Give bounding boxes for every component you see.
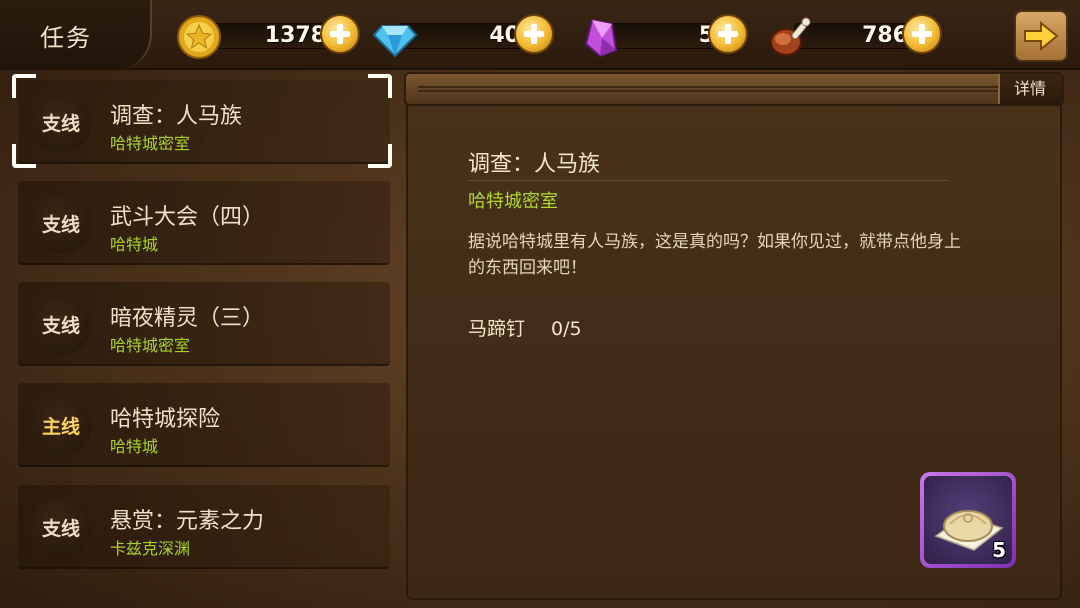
quest-location: 哈特城 [110, 437, 159, 456]
arrow-right-icon [1024, 21, 1059, 51]
meat-resource: 786 [768, 14, 942, 56]
crystal-resource: 5 [578, 14, 748, 58]
quest-name: 哈特城探险 [110, 407, 221, 432]
add-diamond-button[interactable] [514, 14, 554, 54]
quest-item[interactable]: 支线 暗夜精灵（三） 哈特城密室 [18, 282, 390, 366]
quest-type-badge: 支线 [30, 293, 92, 355]
add-meat-button[interactable] [902, 14, 942, 54]
detail-location: 哈特城密室 [468, 191, 558, 212]
add-crystal-button[interactable] [708, 14, 748, 54]
quest-item[interactable]: 支线 悬赏：元素之力 卡兹克深渊 [18, 485, 390, 569]
objective-item: 马蹄钉 [468, 318, 526, 340]
selection-corner [12, 144, 36, 168]
divider [468, 180, 948, 181]
meat-drumstick-icon [770, 17, 811, 56]
quest-location: 哈特城密室 [110, 134, 191, 153]
add-gold-button[interactable] [320, 14, 360, 54]
quest-type-badge: 支线 [30, 496, 92, 558]
quest-location: 哈特城 [110, 235, 159, 254]
quest-name: 悬赏：元素之力 [110, 509, 265, 534]
gold-resource: 1378 [176, 14, 360, 59]
reward-count: 5 [992, 538, 1006, 562]
selection-corner [12, 74, 36, 98]
purple-crystal-icon [584, 18, 618, 58]
plus-icon [330, 24, 350, 44]
quest-name: 调查：人马族 [110, 104, 243, 129]
detail-description: 据说哈特城里有人马族，这是真的吗？如果你见过，就带点他身上的东西回来吧！ [468, 232, 961, 278]
exit-button[interactable] [1014, 10, 1068, 62]
quest-name: 暗夜精灵（三） [110, 306, 265, 331]
quest-location: 哈特城密室 [110, 336, 191, 355]
quest-type-badge: 支线 [30, 91, 92, 153]
tab-detail[interactable]: 详情 [997, 74, 1062, 104]
top-bar: 任务 1378 40 5 786 [0, 0, 1080, 70]
quest-type-badge: 支线 [30, 192, 92, 254]
gold-value: 1378 [264, 23, 326, 48]
plus-icon [912, 24, 932, 44]
quest-item[interactable]: 支线 调查：人马族 哈特城密室 [18, 80, 390, 164]
reward-item-slot[interactable]: 5 [920, 472, 1016, 568]
plus-icon [524, 24, 544, 44]
plus-icon [718, 24, 738, 44]
diamond-resource: 40 [372, 14, 554, 58]
quest-item[interactable]: 支线 武斗大会（四） 哈特城 [18, 181, 390, 265]
detail-title: 调查：人马族 [468, 152, 601, 177]
quest-name: 武斗大会（四） [110, 205, 265, 230]
quest-objective: 马蹄钉 0/5 [468, 314, 608, 341]
selection-corner [368, 74, 392, 98]
quest-item[interactable]: 主线 哈特城探险 哈特城 [18, 383, 390, 467]
quest-type-badge: 主线 [30, 394, 92, 456]
gold-coin-icon [177, 15, 221, 59]
detail-header: 详情 [404, 72, 1064, 106]
objective-progress: 0/5 [551, 318, 582, 340]
blue-diamond-icon [372, 25, 418, 58]
selection-corner [368, 144, 392, 168]
page-title: 任务 [0, 0, 152, 70]
quest-location: 卡兹克深渊 [110, 539, 191, 558]
